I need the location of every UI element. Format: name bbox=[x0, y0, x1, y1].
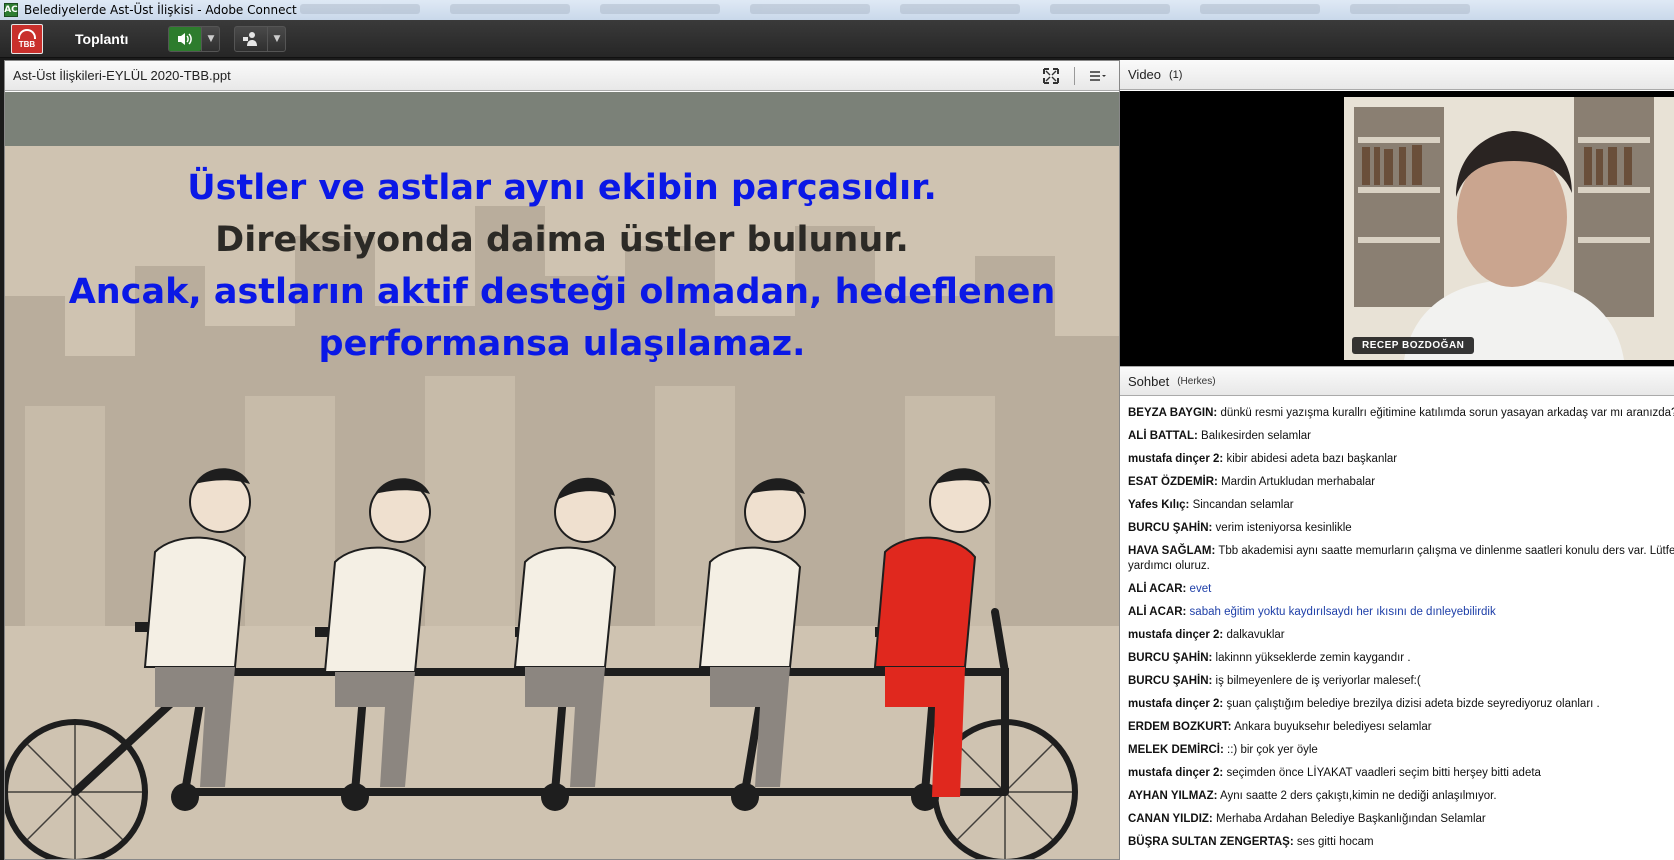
chat-message: mustafa dinçer 2: kibir abidesi adeta ba… bbox=[1128, 453, 1398, 465]
slide-top-band bbox=[5, 92, 1119, 146]
chat-message: BEYZA BAYGIN: dünkü resmi yazışma kurall… bbox=[1128, 407, 1674, 419]
window-titlebar: AC Belediyelerde Ast-Üst İlişkisi - Adob… bbox=[0, 0, 1674, 20]
chat-message: BÜŞRA SULTAN ZENGERTAŞ: ses gitti hocam bbox=[1128, 836, 1374, 848]
share-pod: Ast-Üst İlişkileri-EYLÜL 2020-TBB.ppt Üs… bbox=[4, 60, 1120, 860]
webcam-person-icon bbox=[243, 31, 258, 46]
chat-message: mustafa dinçer 2: seçimden önce LİYAKAT … bbox=[1128, 767, 1541, 779]
share-pod-title: Ast-Üst İlişkileri-EYLÜL 2020-TBB.ppt bbox=[13, 68, 231, 83]
video-pod-header: Video (1) bbox=[1120, 60, 1674, 90]
meeting-menubar: TBB Toplantı ▼ ▼ bbox=[0, 20, 1674, 58]
chevron-down-icon: ▼ bbox=[207, 33, 215, 44]
speaker-options-dropdown[interactable]: ▼ bbox=[201, 26, 219, 51]
chat-message: ESAT ÖZDEMİR: Mardin Artukludan merhabal… bbox=[1128, 476, 1376, 488]
presentation-slide[interactable]: Üstler ve astlar aynı ekibin parçasıdır.… bbox=[5, 92, 1119, 859]
video-area: RECEP BOZDOĞAN bbox=[1120, 91, 1674, 366]
participant-video[interactable]: RECEP BOZDOĞAN bbox=[1344, 97, 1674, 360]
webcam-button[interactable] bbox=[235, 27, 267, 51]
chat-message: BURCU ŞAHİN: verim isteniyorsa kesinlikl… bbox=[1128, 522, 1352, 534]
window-title: Belediyelerde Ast-Üst İlişkisi - Adobe C… bbox=[24, 3, 297, 17]
webcam-control: ▼ bbox=[234, 25, 287, 52]
speaker-icon bbox=[178, 32, 193, 45]
background-browser-tabs bbox=[300, 4, 1654, 16]
video-count: (1) bbox=[1169, 68, 1183, 81]
video-pod: Video (1) RECEP BOZDOĞAN bbox=[1120, 60, 1674, 366]
slide-text: Üstler ve astlar aynı ekibin parçasıdır.… bbox=[5, 162, 1119, 370]
chat-message: mustafa dinçer 2: dalkavuklar bbox=[1128, 629, 1285, 641]
webcam-options-dropdown[interactable]: ▼ bbox=[267, 26, 285, 51]
chevron-down-icon: ▼ bbox=[273, 33, 281, 44]
chat-pod: Sohbet (Herkes) BEYZA BAYGIN: dünkü resm… bbox=[1120, 366, 1674, 860]
slide-line-1: Üstler ve astlar aynı ekibin parçasıdır. bbox=[187, 168, 937, 208]
chat-message: ALİ ACAR: evet bbox=[1128, 583, 1212, 595]
chat-message: ALİ BATTAL: Balıkesirden selamlar bbox=[1128, 430, 1311, 442]
chat-message: BURCU ŞAHİN: lakinnn yükseklerde zemin k… bbox=[1128, 652, 1411, 664]
fullscreen-button[interactable] bbox=[1040, 66, 1062, 86]
chat-message: CANAN YILDIZ: Merhaba Ardahan Belediye B… bbox=[1128, 813, 1486, 825]
chat-message: Yafes Kılıç: Sincandan selamlar bbox=[1128, 499, 1294, 511]
chat-pod-title: Sohbet bbox=[1128, 373, 1170, 389]
slide-line-4: performansa ulaşılamaz. bbox=[318, 324, 806, 364]
share-pod-header: Ast-Üst İlişkileri-EYLÜL 2020-TBB.ppt bbox=[5, 61, 1119, 91]
riders bbox=[143, 468, 991, 797]
slide-line-2: Direksiyonda daima üstler bulunur. bbox=[215, 220, 909, 260]
participant-name-tag: RECEP BOZDOĞAN bbox=[1352, 337, 1475, 354]
right-column: Video (1) RECEP BOZDOĞAN Sohbet (Herkes)… bbox=[1119, 60, 1674, 860]
chat-audience[interactable]: (Herkes) bbox=[1177, 376, 1215, 387]
chat-message: ALİ ACAR: sabah eğitim yoktu kaydırılsay… bbox=[1128, 606, 1496, 618]
chat-message: mustafa dinçer 2: şuan çalıştığım beledi… bbox=[1128, 698, 1600, 710]
header-divider bbox=[1074, 67, 1075, 85]
tbb-logo: TBB bbox=[11, 23, 43, 54]
pod-options-button[interactable] bbox=[1087, 66, 1109, 86]
meeting-menu[interactable]: Toplantı bbox=[75, 31, 128, 47]
chat-pod-header: Sohbet (Herkes) bbox=[1120, 366, 1674, 396]
adobe-connect-icon: AC bbox=[4, 3, 18, 17]
chat-message-list[interactable]: BEYZA BAYGIN: dünkü resmi yazışma kurall… bbox=[1120, 396, 1674, 858]
speaker-button[interactable] bbox=[169, 26, 202, 51]
chat-message: MELEK DEMİRCİ: ::) bir çok yer öyle bbox=[1128, 744, 1318, 756]
chat-message: HAVA SAĞLAM: Tbb akademisi aynı saatte m… bbox=[1128, 545, 1674, 572]
webcam-feed-graphic bbox=[1344, 97, 1674, 360]
fullscreen-icon bbox=[1043, 68, 1059, 84]
slide-line-3: Ancak, astların aktif desteği olmadan, h… bbox=[68, 272, 1056, 312]
pod-menu-icon bbox=[1090, 71, 1106, 81]
chat-message: AYHAN YILMAZ: Aynı saatte 2 ders çakıştı… bbox=[1128, 790, 1497, 802]
speaker-control: ▼ bbox=[168, 25, 221, 52]
tandem-bicycle-illustration bbox=[5, 468, 1078, 859]
chat-message: BURCU ŞAHİN: iş bilmeyenlere de iş veriy… bbox=[1128, 675, 1421, 687]
video-pod-title: Video bbox=[1128, 67, 1162, 82]
chat-message: ERDEM BOZKURT: Ankara buyuksehır belediy… bbox=[1128, 721, 1432, 733]
